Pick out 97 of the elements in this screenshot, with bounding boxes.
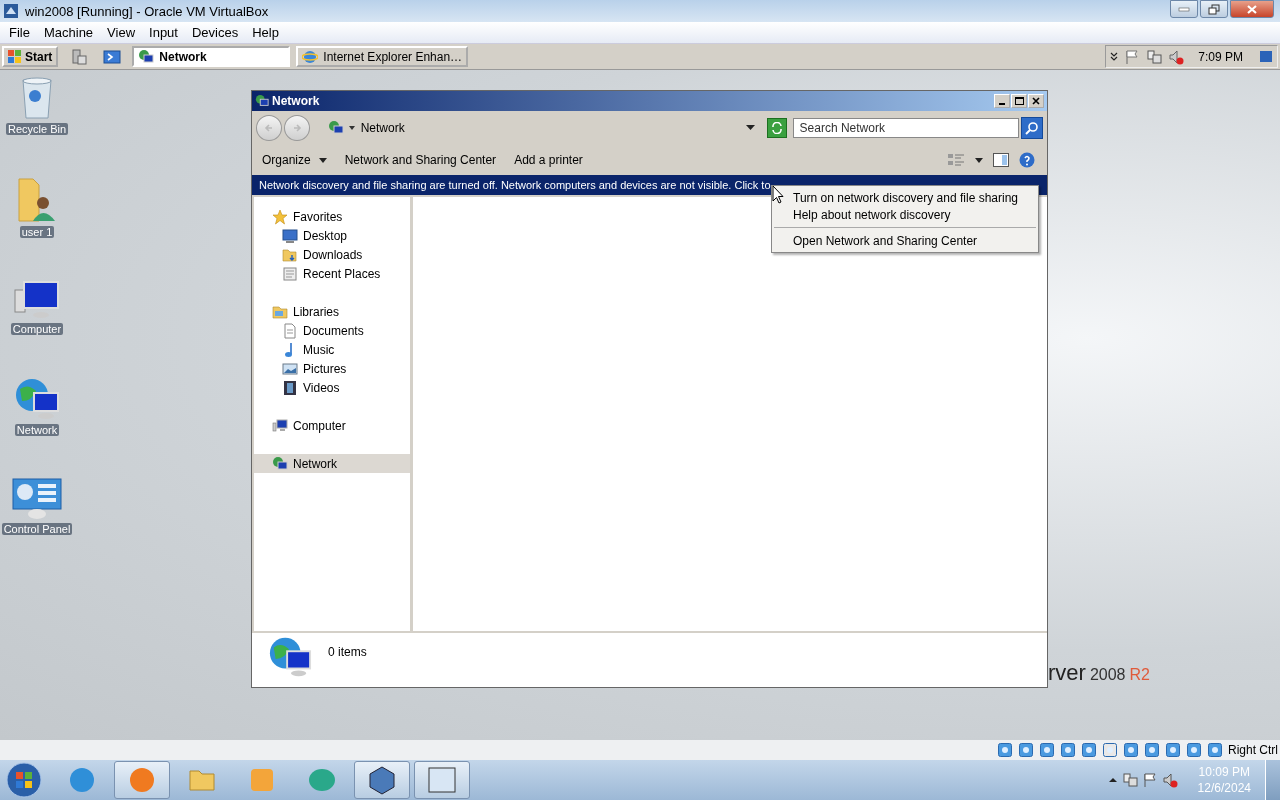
taskbar-button[interactable]: Internet Explorer Enhan… xyxy=(296,46,469,67)
back-arrow-icon xyxy=(263,123,274,133)
windows-logo-icon xyxy=(8,49,22,64)
nav-item[interactable]: Documents xyxy=(254,321,410,340)
document-icon xyxy=(282,322,298,339)
download-folder-icon xyxy=(282,246,298,263)
flag-icon[interactable] xyxy=(1124,48,1141,65)
menu-item[interactable]: View xyxy=(100,25,143,40)
menu-item[interactable]: Help xyxy=(245,25,286,40)
preview-pane-icon[interactable] xyxy=(993,153,1009,167)
caret-icon[interactable] xyxy=(975,157,983,163)
caret-icon xyxy=(348,125,356,131)
chevron-up-icon[interactable] xyxy=(1107,776,1118,784)
item-count: 0 items xyxy=(328,645,367,659)
search-field[interactable]: Search Network xyxy=(792,118,1020,138)
close-icon xyxy=(1032,97,1040,105)
pointer-icon xyxy=(772,185,784,204)
powershell-icon[interactable] xyxy=(103,47,122,66)
computer-icon xyxy=(272,417,288,434)
search-button[interactable] xyxy=(1021,117,1043,139)
chevron-icon[interactable] xyxy=(1110,51,1119,62)
flag-icon[interactable] xyxy=(1141,772,1158,788)
nav-item[interactable]: Desktop xyxy=(254,226,410,245)
start-button[interactable] xyxy=(6,762,42,798)
clock: 7:09 PM xyxy=(1198,49,1243,64)
toolbar-button[interactable]: Network and Sharing Center xyxy=(340,153,501,167)
brand-version: 2008 xyxy=(1089,666,1126,684)
window-title: win2008 [Running] - Oracle VM VirtualBox xyxy=(25,3,269,19)
speaker-muted-icon[interactable] xyxy=(1168,48,1185,65)
restore-icon xyxy=(1208,3,1220,15)
speaker-muted-icon[interactable] xyxy=(1161,772,1178,788)
help-icon[interactable] xyxy=(1019,152,1035,168)
chevron-glyph-icon xyxy=(1110,51,1119,62)
window-title: Network xyxy=(272,94,320,108)
recent-places-icon xyxy=(282,265,298,282)
library-folder-icon xyxy=(272,303,288,320)
globe-computer-icon xyxy=(268,635,312,679)
picture-icon xyxy=(282,360,298,377)
refresh-button[interactable] xyxy=(766,118,787,138)
network-icon xyxy=(138,48,155,65)
show-desktop-icon[interactable] xyxy=(1259,49,1273,64)
nav-item[interactable]: Pictures xyxy=(254,359,410,378)
icon-label: Recycle Bin xyxy=(5,123,69,135)
nav-item[interactable]: Videos xyxy=(254,378,410,397)
maximize-icon xyxy=(1014,97,1024,105)
close-icon xyxy=(1246,3,1258,15)
network-icon xyxy=(255,94,269,108)
nav-item[interactable]: Network xyxy=(254,454,410,473)
icon-label: user 1 xyxy=(19,226,55,238)
network-icon xyxy=(327,120,344,136)
menu-item[interactable]: Open Network and Sharing Center xyxy=(772,232,1038,249)
show-desktop-button[interactable] xyxy=(1265,760,1280,800)
browser-globe-icon xyxy=(302,48,319,65)
globe-computer-icon[interactable] xyxy=(14,377,60,421)
network-icon xyxy=(272,455,288,472)
icon-label: Control Panel xyxy=(1,523,73,535)
control-panel-icon[interactable] xyxy=(12,478,62,520)
icon-label: Computer xyxy=(10,323,64,335)
menu-item[interactable]: Help about network discovery xyxy=(772,206,1038,223)
refresh-icon xyxy=(769,122,784,134)
menu-item[interactable]: Input xyxy=(142,25,185,40)
search-icon xyxy=(1025,121,1040,135)
nav-item[interactable]: Recent Places xyxy=(254,264,410,283)
computer-icon[interactable] xyxy=(14,280,60,320)
minimize-icon xyxy=(1178,6,1190,12)
maximize-button[interactable] xyxy=(1011,94,1027,108)
icon-label: Network xyxy=(14,424,60,436)
clock-time: 10:09 PM xyxy=(1198,765,1250,779)
forward-arrow-icon xyxy=(291,123,302,133)
menu-item[interactable]: File xyxy=(2,25,37,40)
film-icon xyxy=(282,379,298,396)
user-folder-icon[interactable] xyxy=(17,177,57,223)
toolbar-button[interactable]: Add a printer xyxy=(510,153,587,167)
nav-item[interactable]: Computer xyxy=(254,416,410,435)
start-button[interactable]: Start xyxy=(2,46,59,67)
network-icon[interactable] xyxy=(1146,48,1163,65)
nav-item[interactable]: Libraries xyxy=(254,302,410,321)
taskbar-button[interactable] xyxy=(354,761,410,799)
nav-item[interactable]: Downloads xyxy=(254,245,410,264)
taskbar-button[interactable] xyxy=(414,761,470,799)
menu-item[interactable]: Devices xyxy=(184,25,246,40)
browser-globe-icon xyxy=(67,765,97,795)
restore-button[interactable] xyxy=(1200,0,1228,18)
nav-item[interactable]: Favorites xyxy=(254,207,410,226)
trash-bin-icon[interactable] xyxy=(20,76,54,120)
menu-item[interactable]: Machine xyxy=(36,25,101,40)
host-key-label: Right Ctrl xyxy=(1228,743,1278,757)
star-icon xyxy=(272,208,288,225)
taskbar-button[interactable]: Network xyxy=(132,46,291,67)
dropdown-icon xyxy=(745,125,755,131)
brand-edition: R2 xyxy=(1129,666,1150,684)
clock-date: 12/6/2024 xyxy=(1197,781,1251,795)
desktop-icon xyxy=(282,227,298,244)
brand-text: rver xyxy=(1048,660,1086,686)
network-icon[interactable] xyxy=(1121,772,1138,788)
nav-item[interactable]: Music xyxy=(254,340,410,359)
toolbar-button[interactable]: Organize xyxy=(258,153,331,167)
